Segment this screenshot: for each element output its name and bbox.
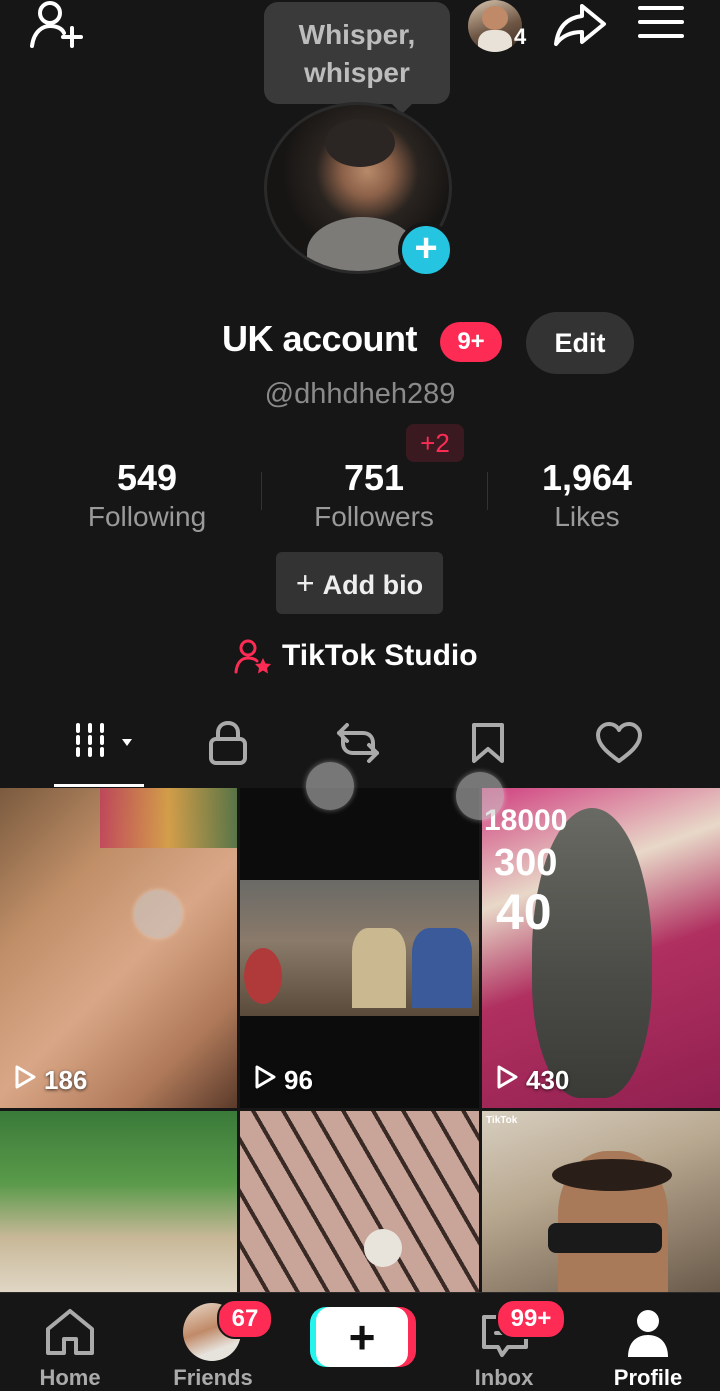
followers-label: Followers [314,501,434,532]
touch-indicator [134,890,182,938]
stat-divider [261,472,262,510]
avatar-body [478,30,512,52]
add-bio-button[interactable]: + Add bio [276,552,443,614]
view-count: 430 [496,1065,569,1096]
share-icon[interactable] [552,0,608,48]
nav-inbox[interactable]: 99+ Inbox [444,1293,566,1390]
bookmark-icon [468,721,508,765]
nav-home-label: Home [39,1365,101,1390]
play-icon [254,1065,276,1096]
tiktok-studio-link[interactable]: TikTok Studio [234,634,478,678]
add-bio-label: Add bio [322,570,424,600]
view-count: 96 [254,1065,313,1096]
likes-count: 1,964 [541,457,633,498]
thumbnail-wheel [244,948,282,1004]
create-button[interactable]: + [300,1293,420,1381]
display-name: UK account [222,318,418,359]
views-text: 186 [44,1065,88,1095]
thumbnail-sunglasses [548,1223,662,1253]
likes-label: Likes [554,501,620,532]
tooltip: Whisper, whisper [264,2,450,114]
thumbnail-person-2 [412,928,472,1008]
thumbnail-fan [364,1229,402,1267]
avatar-face [482,6,508,30]
tab-favorites[interactable] [453,718,523,768]
video-thumbnail-1[interactable]: 186 [0,788,237,1108]
view-count: 186 [14,1065,87,1096]
video-thumbnail-3[interactable]: 18000 300 40 430 [482,788,720,1108]
touch-indicator [456,772,504,820]
overlay-text-3: 40 [496,884,552,940]
video-thumbnail-5[interactable] [240,1111,479,1292]
friends-badge: 67 [217,1299,273,1339]
tiktok-watermark: TikTok [486,1115,518,1126]
nav-profile[interactable]: Profile [588,1293,708,1390]
edit-profile-button[interactable]: Edit [526,312,634,374]
following-label: Following [87,501,207,532]
notification-badge[interactable]: 9+ [440,322,502,362]
add-avatar-plus-icon[interactable]: + [398,222,454,278]
studio-icon [234,638,272,674]
nav-inbox-label: Inbox [474,1365,534,1390]
story-count: 4 [514,24,527,49]
bottom-nav: Home 67 Friends + 99+ Inbox Profile [0,1292,720,1390]
heart-icon [594,721,644,765]
views-text: 96 [284,1065,313,1095]
thumbnail-hair [552,1159,672,1191]
video-thumbnail-6[interactable]: TikTok [482,1111,720,1292]
studio-label: TikTok Studio [282,639,478,672]
add-friend-icon[interactable] [28,0,84,50]
overlay-text-2: 300 [494,842,558,884]
thumbnail-fabric [100,788,237,848]
play-icon [14,1065,36,1096]
plus-icon: + [295,565,315,601]
followers-stat[interactable]: 751 Followers [274,456,474,534]
inbox-badge: 99+ [496,1299,566,1339]
profile-icon [626,1307,670,1359]
video-thumbnail-4[interactable] [0,1111,237,1292]
tab-liked[interactable] [584,718,654,768]
tab-indicator [54,784,144,787]
views-text: 430 [526,1065,570,1095]
repost-icon [333,721,383,765]
touch-indicator [306,762,354,810]
video-thumbnail-2[interactable]: 96 [240,788,479,1108]
plus-icon: + [316,1307,408,1367]
followers-count: 751 [343,457,405,498]
tab-private[interactable] [193,718,263,768]
nav-profile-label: Profile [613,1365,683,1390]
likes-stat[interactable]: 1,964 Likes [487,456,687,534]
following-stat[interactable]: 549 Following [47,456,247,534]
tab-videos[interactable] [70,718,140,768]
menu-icon[interactable] [636,2,686,42]
nav-friends-label: Friends [173,1365,253,1390]
videos-icon [70,721,140,765]
avatar-hair [325,119,395,167]
nav-friends[interactable]: 67 Friends [153,1293,273,1390]
tooltip-text: Whisper, whisper [298,19,416,88]
nav-home[interactable]: Home [10,1293,130,1390]
play-icon [496,1065,518,1096]
lock-icon [207,721,249,765]
home-icon [44,1307,96,1357]
username: @dhhdheh289 [264,378,456,410]
tab-reposts[interactable] [323,718,393,768]
thumbnail-person-1 [352,928,406,1008]
following-count: 549 [116,457,178,498]
